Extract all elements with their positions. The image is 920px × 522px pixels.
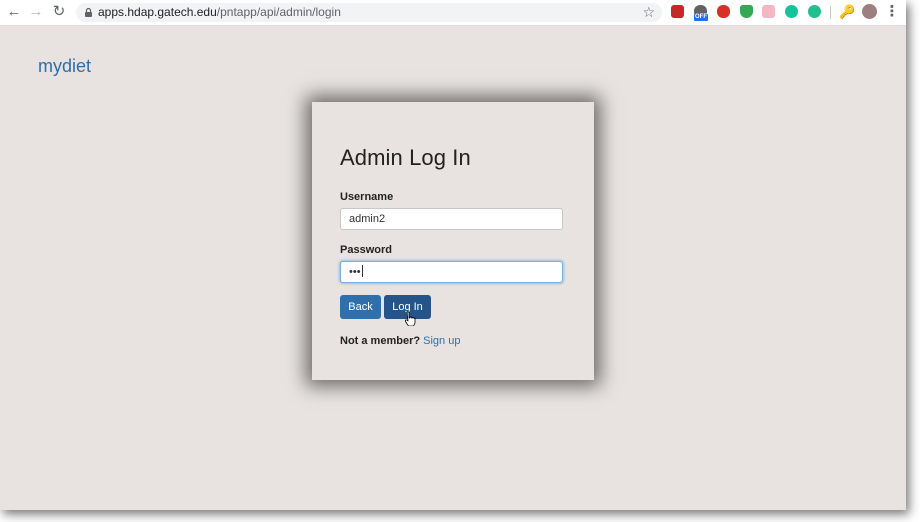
key-icon[interactable]: 🔑 (839, 4, 855, 20)
bookmark-star-icon[interactable]: ☆ (642, 4, 655, 20)
not-a-member-text: Not a member? (340, 335, 421, 347)
brand-logo-text[interactable]: mydiet (38, 56, 91, 77)
username-value: admin2 (349, 213, 386, 225)
back-arrow-icon[interactable]: ← (6, 4, 22, 20)
login-card: Admin Log In Username admin2 Password ••… (312, 102, 594, 380)
mascot-ext-icon[interactable] (717, 5, 730, 18)
refresh-ext-icon[interactable] (808, 5, 821, 18)
forward-arrow-icon[interactable]: → (28, 4, 44, 20)
ribbon-ext-icon[interactable] (762, 5, 775, 18)
username-field[interactable]: admin2 (340, 208, 563, 230)
browser-window: ← → ↻ apps.hdap.gatech.edu/pntapp/api/ad… (0, 0, 906, 510)
password-value: ••• (349, 266, 361, 278)
password-label: Password (340, 244, 392, 256)
video-ext-icon[interactable] (671, 5, 684, 18)
signup-prompt: Not a member? Sign up (340, 335, 460, 347)
address-bar[interactable]: apps.hdap.gatech.edu/pntapp/api/admin/lo… (76, 3, 662, 22)
back-button[interactable]: Back (340, 295, 381, 319)
shield-ext-icon[interactable] (740, 5, 753, 18)
url-path: /pntapp/api/admin/login (216, 5, 341, 19)
signup-link[interactable]: Sign up (423, 335, 460, 347)
username-label: Username (340, 191, 394, 203)
reload-icon[interactable]: ↻ (51, 4, 67, 20)
kebab-menu-icon[interactable]: ⋮ (884, 4, 900, 20)
password-field[interactable]: ••• (340, 261, 563, 283)
page-title: Admin Log In (340, 145, 471, 170)
avatar[interactable] (862, 4, 877, 19)
toolbar-divider (830, 6, 831, 19)
grammarly-ext-icon[interactable] (785, 5, 798, 18)
text-caret (361, 265, 363, 277)
lock-icon (85, 8, 92, 17)
url-text[interactable]: apps.hdap.gatech.edu/pntapp/api/admin/lo… (98, 5, 341, 20)
url-host: apps.hdap.gatech.edu (98, 5, 217, 19)
off-badge: OFF (694, 14, 708, 21)
browser-toolbar: ← → ↻ apps.hdap.gatech.edu/pntapp/api/ad… (0, 0, 906, 26)
hand-pointer-icon (405, 311, 416, 326)
